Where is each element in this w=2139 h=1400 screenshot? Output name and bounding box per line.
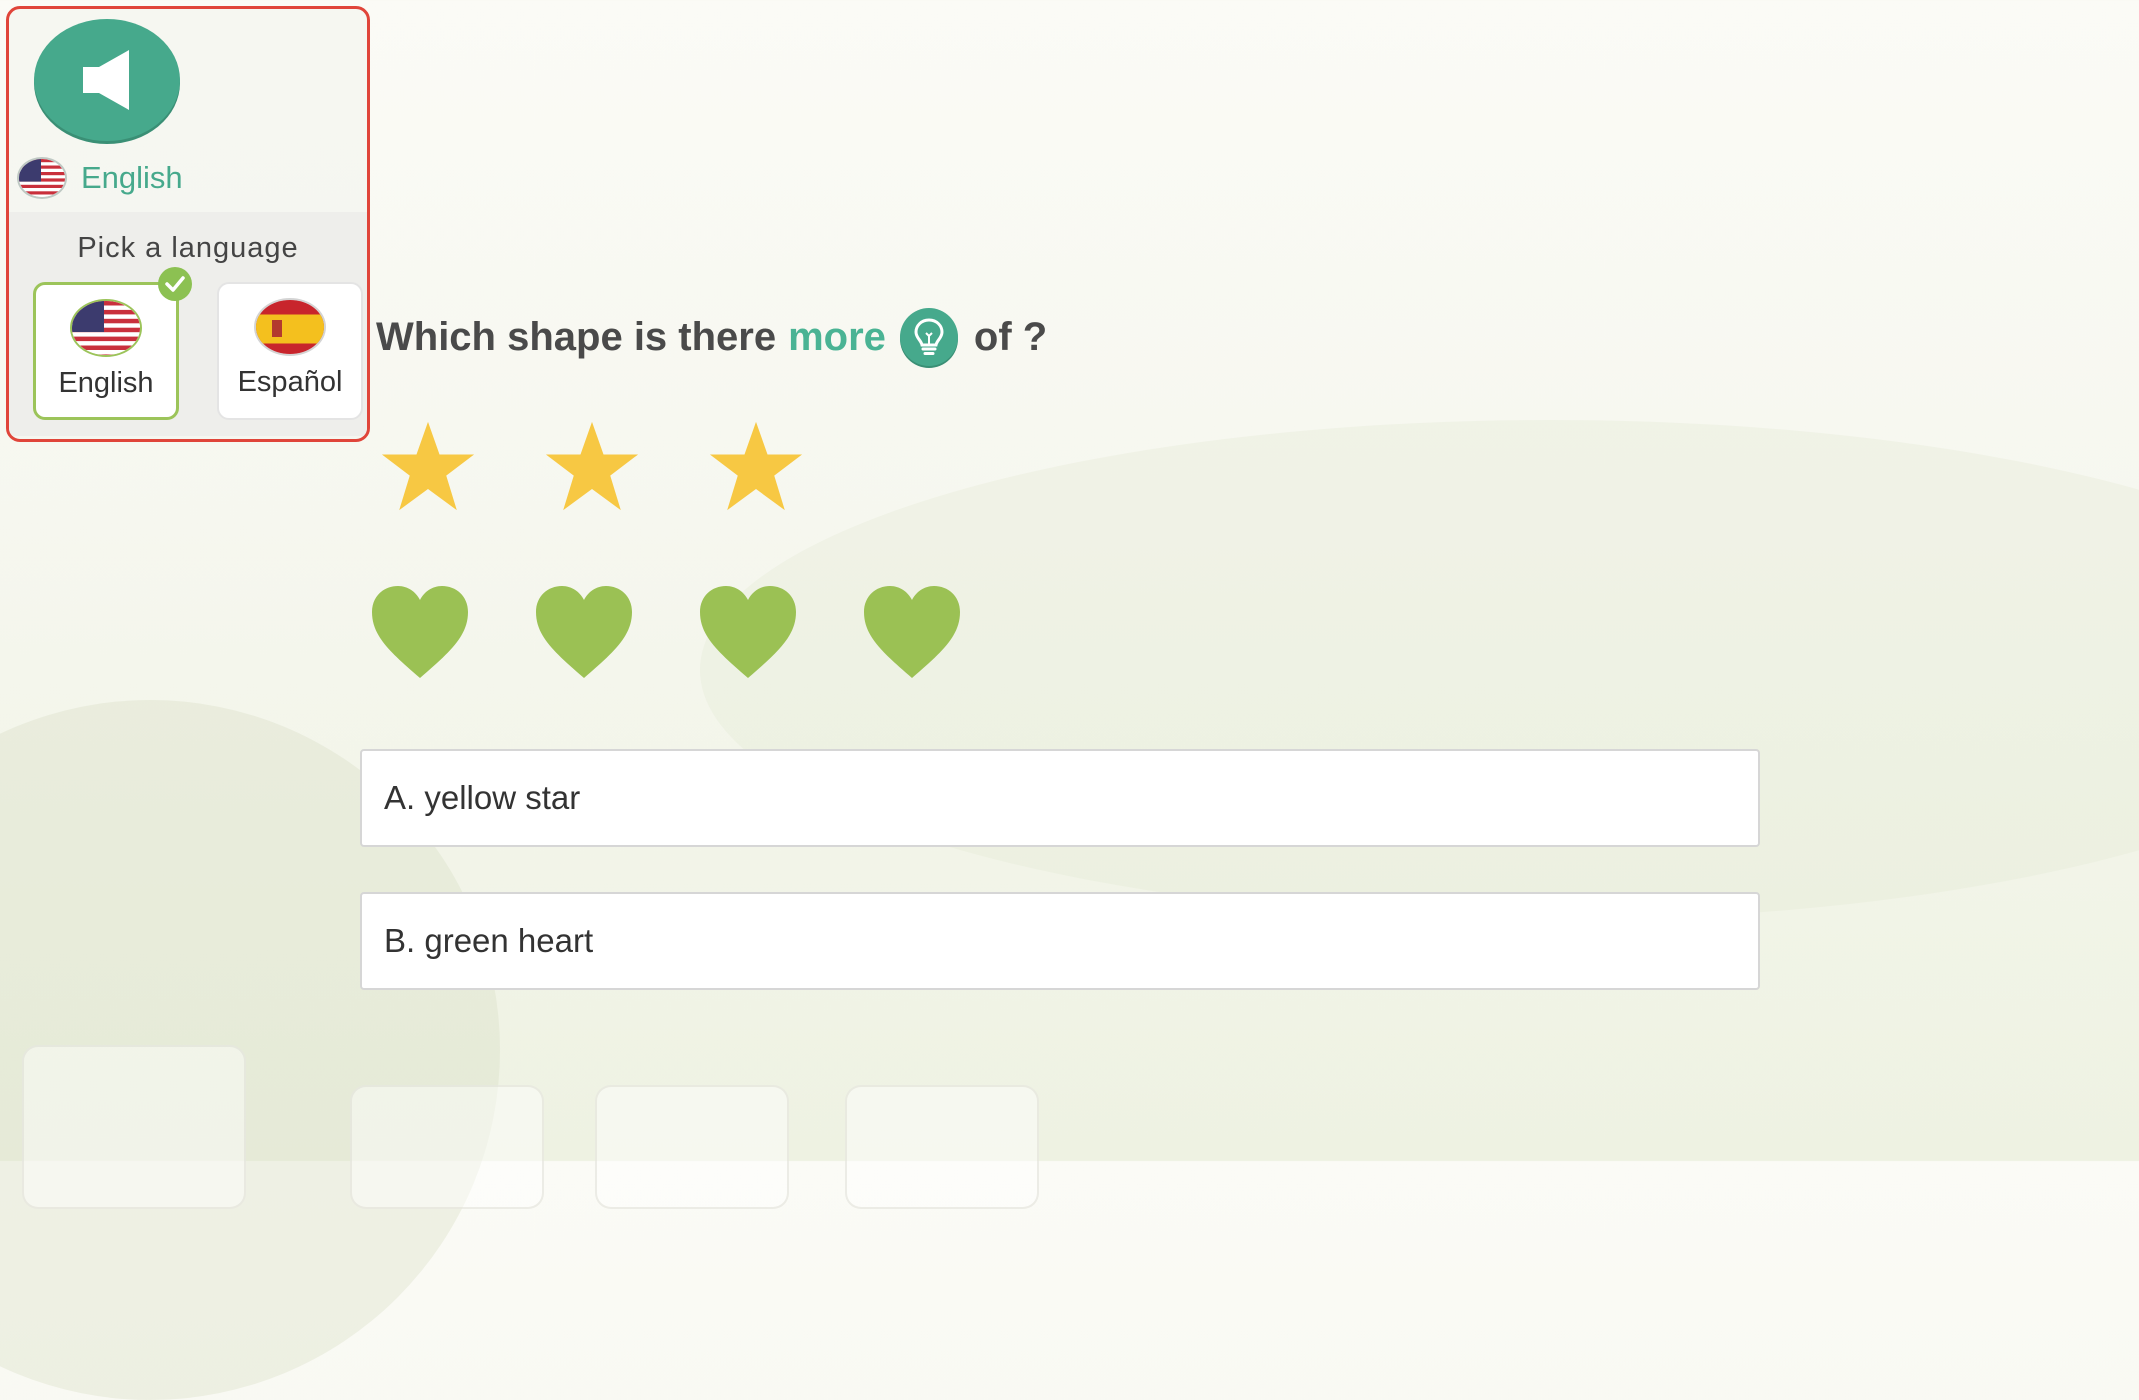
speaker-icon [83, 50, 129, 110]
question-text: Which shape is there more of ? [376, 308, 1047, 366]
question-text-start: Which shape is there [376, 314, 777, 359]
audio-play-button[interactable] [34, 19, 180, 141]
heart-icon [372, 586, 468, 678]
language-option-label: English [58, 367, 154, 399]
language-option-espanol[interactable]: Español [217, 282, 363, 420]
language-option-label: Español [237, 366, 343, 398]
star-icon [381, 421, 475, 511]
star-icon [545, 421, 639, 511]
heart-icon [536, 586, 632, 678]
question-text-end: of ? [973, 314, 1048, 359]
current-language[interactable]: English [17, 157, 183, 199]
answer-label: A. yellow star [384, 779, 581, 816]
spain-flag-icon [254, 298, 326, 356]
stars-row [380, 418, 804, 514]
star-icon [709, 421, 803, 511]
current-language-label: English [81, 160, 183, 195]
language-panel: English Pick a language English Español [6, 6, 370, 442]
answer-option-a[interactable]: A. yellow star [360, 749, 1760, 847]
language-option-english[interactable]: English [33, 267, 192, 420]
picker-title: Pick a language [77, 232, 299, 264]
heart-icon [864, 586, 960, 678]
language-picker: Pick a language English Español [9, 212, 367, 436]
answer-option-b[interactable]: B. green heart [360, 892, 1760, 990]
question-highlight-word: more [788, 314, 886, 359]
heart-icon [700, 586, 796, 678]
lightbulb-icon [914, 318, 944, 355]
us-flag-icon [17, 157, 67, 199]
hearts-row [370, 584, 962, 680]
hint-button[interactable] [899, 308, 958, 366]
us-flag-icon [70, 299, 142, 357]
check-icon [158, 267, 192, 301]
answer-label: B. green heart [384, 922, 594, 959]
